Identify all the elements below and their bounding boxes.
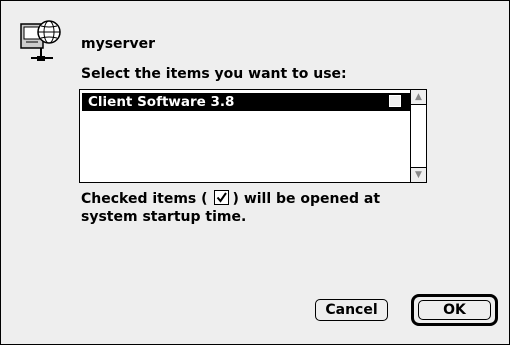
scroll-up-arrow-icon[interactable]: ▲ — [411, 90, 426, 105]
list-item-label: Client Software 3.8 — [88, 94, 235, 110]
items-list[interactable]: Client Software 3.8 ▲ ▼ — [79, 89, 427, 183]
server-name: myserver — [81, 36, 155, 52]
ok-button[interactable]: OK — [418, 300, 491, 320]
info-text-before: Checked items ( — [81, 191, 208, 207]
startup-info-line-1: Checked items ( ) will be opened at — [81, 190, 380, 208]
ok-button-default-ring: OK — [411, 294, 498, 326]
checkbox-icon[interactable] — [389, 95, 401, 107]
server-globe-icon — [19, 18, 63, 64]
startup-info-line-2: system startup time. — [81, 209, 247, 225]
checkmark-icon — [213, 190, 229, 205]
list-item[interactable]: Client Software 3.8 — [82, 93, 410, 111]
scrollbar[interactable]: ▲ ▼ — [410, 90, 426, 182]
prompt-text: Select the items you want to use: — [81, 66, 347, 82]
cancel-button[interactable]: Cancel — [315, 299, 388, 321]
server-items-dialog: myserver Select the items you want to us… — [0, 0, 510, 345]
scroll-down-arrow-icon[interactable]: ▼ — [411, 167, 426, 182]
info-text-after: ) will be opened at — [232, 191, 381, 207]
